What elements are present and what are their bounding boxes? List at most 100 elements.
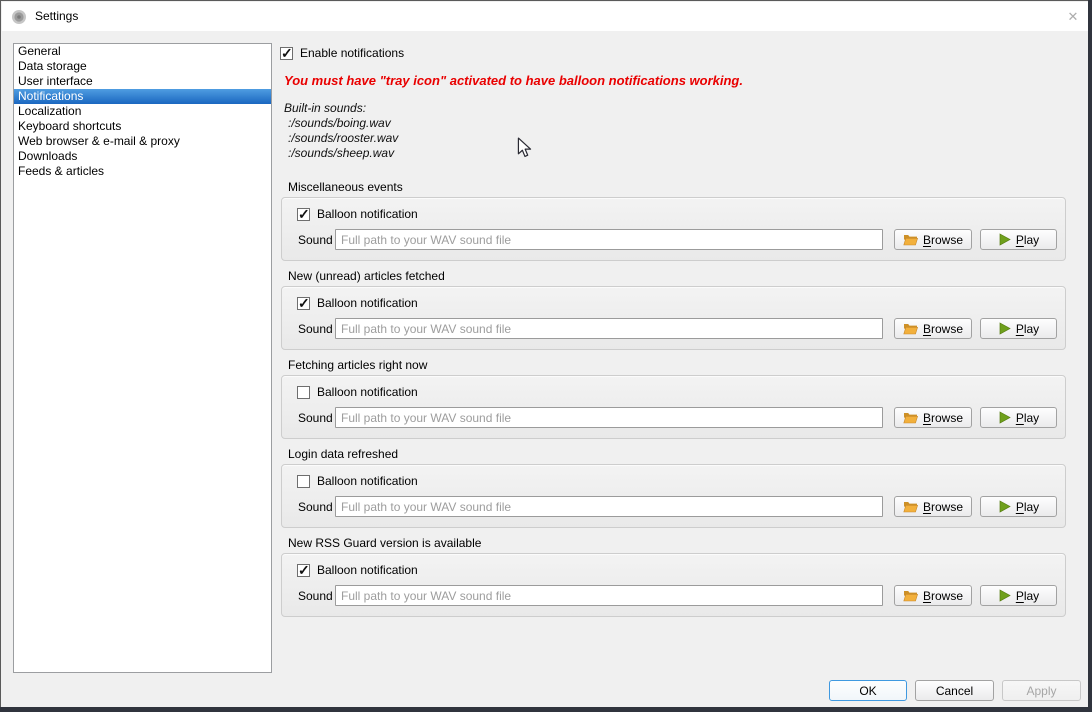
browse-button[interactable]: Browse	[894, 585, 972, 606]
notification-section: New RSS Guard version is available Ballo…	[281, 536, 1067, 618]
browse-label: Browse	[923, 233, 963, 247]
titlebar: Settings ✕	[2, 2, 1088, 31]
sidebar-item-label: Keyboard shortcuts	[18, 119, 121, 133]
balloon-checkbox[interactable]	[297, 386, 310, 399]
sidebar-item-general[interactable]: General	[14, 44, 271, 59]
balloon-notification-row[interactable]: Balloon notification	[297, 296, 418, 310]
balloon-label: Balloon notification	[317, 385, 418, 399]
sound-label: Sound	[298, 322, 333, 336]
folder-icon	[903, 322, 918, 335]
section-title: New RSS Guard version is available	[288, 536, 481, 550]
section-title: New (unread) articles fetched	[288, 269, 445, 283]
apply-button[interactable]: Apply	[1002, 680, 1081, 701]
sidebar-item-label: Localization	[18, 104, 81, 118]
cancel-button[interactable]: Cancel	[915, 680, 994, 701]
sound-path-input[interactable]	[335, 496, 883, 517]
sidebar-item-localization[interactable]: Localization	[14, 104, 271, 119]
notification-section: Miscellaneous events Balloon notificatio…	[281, 180, 1067, 262]
sidebar-item-keyboard-shortcuts[interactable]: Keyboard shortcuts	[14, 119, 271, 134]
settings-dialog: Settings ✕ General Data storage User int…	[0, 0, 1088, 707]
browse-label: Browse	[923, 589, 963, 603]
sound-path-input[interactable]	[335, 318, 883, 339]
browse-button[interactable]: Browse	[894, 407, 972, 428]
balloon-checkbox[interactable]	[297, 297, 310, 310]
sidebar-item-user-interface[interactable]: User interface	[14, 74, 271, 89]
browse-label: Browse	[923, 322, 963, 336]
mouse-cursor-icon	[517, 137, 532, 161]
builtin-sounds-block: Built-in sounds: :/sounds/boing.wav:/sou…	[284, 101, 398, 161]
folder-icon	[903, 411, 918, 424]
sidebar-item-feeds-articles[interactable]: Feeds & articles	[14, 164, 271, 179]
play-icon	[998, 233, 1011, 246]
sidebar-item-web-browser-e-mail-proxy[interactable]: Web browser & e-mail & proxy	[14, 134, 271, 149]
balloon-label: Balloon notification	[317, 207, 418, 221]
folder-icon	[903, 589, 918, 602]
sidebar-item-data-storage[interactable]: Data storage	[14, 59, 271, 74]
sound-label: Sound	[298, 589, 333, 603]
play-icon	[998, 589, 1011, 602]
balloon-checkbox[interactable]	[297, 475, 310, 488]
browse-label: Browse	[923, 500, 963, 514]
screen: { "window": { "title": "Settings", "clos…	[0, 0, 1092, 712]
close-icon[interactable]: ✕	[1064, 8, 1082, 26]
window-title: Settings	[35, 2, 78, 31]
enable-notifications-checkbox[interactable]	[280, 47, 293, 60]
balloon-checkbox[interactable]	[297, 208, 310, 221]
play-button[interactable]: Play	[980, 585, 1057, 606]
play-button[interactable]: Play	[980, 229, 1057, 250]
section-groupbox: Balloon notification Sound Browse	[281, 553, 1066, 617]
play-icon	[998, 322, 1011, 335]
notification-section: New (unread) articles fetched Balloon no…	[281, 269, 1067, 351]
browse-label: Browse	[923, 411, 963, 425]
sidebar-item-label: General	[18, 44, 61, 58]
section-title: Fetching articles right now	[288, 358, 427, 372]
section-title: Miscellaneous events	[288, 180, 403, 194]
builtin-sound-path: :/sounds/boing.wav	[284, 116, 398, 131]
browse-button[interactable]: Browse	[894, 229, 972, 250]
builtin-sounds-heading: Built-in sounds:	[284, 101, 398, 116]
section-title: Login data refreshed	[288, 447, 398, 461]
sidebar-item-label: Data storage	[18, 59, 87, 73]
sound-path-input[interactable]	[335, 407, 883, 428]
play-icon	[998, 500, 1011, 513]
browse-button[interactable]: Browse	[894, 318, 972, 339]
sound-label: Sound	[298, 411, 333, 425]
settings-icon	[11, 9, 27, 25]
balloon-label: Balloon notification	[317, 474, 418, 488]
sound-path-input[interactable]	[335, 585, 883, 606]
balloon-checkbox[interactable]	[297, 564, 310, 577]
sidebar-item-label: Downloads	[18, 149, 77, 163]
play-label: Play	[1016, 411, 1039, 425]
tray-icon-warning: You must have "tray icon" activated to h…	[284, 73, 743, 88]
builtin-sound-path: :/sounds/rooster.wav	[284, 131, 398, 146]
section-groupbox: Balloon notification Sound Browse	[281, 286, 1066, 350]
play-button[interactable]: Play	[980, 496, 1057, 517]
balloon-label: Balloon notification	[317, 296, 418, 310]
play-button[interactable]: Play	[980, 318, 1057, 339]
section-groupbox: Balloon notification Sound Browse	[281, 375, 1066, 439]
folder-icon	[903, 500, 918, 513]
balloon-notification-row[interactable]: Balloon notification	[297, 385, 418, 399]
enable-notifications-row[interactable]: Enable notifications	[280, 46, 404, 60]
ok-button[interactable]: OK	[829, 680, 907, 701]
sound-label: Sound	[298, 233, 333, 247]
notification-section: Login data refreshed Balloon notificatio…	[281, 447, 1067, 529]
balloon-notification-row[interactable]: Balloon notification	[297, 563, 418, 577]
browse-button[interactable]: Browse	[894, 496, 972, 517]
balloon-notification-row[interactable]: Balloon notification	[297, 474, 418, 488]
sound-path-input[interactable]	[335, 229, 883, 250]
notification-sections: Miscellaneous events Balloon notificatio…	[281, 180, 1067, 625]
sidebar-item-downloads[interactable]: Downloads	[14, 149, 271, 164]
balloon-notification-row[interactable]: Balloon notification	[297, 207, 418, 221]
balloon-label: Balloon notification	[317, 563, 418, 577]
play-button[interactable]: Play	[980, 407, 1057, 428]
sidebar-item-notifications[interactable]: Notifications	[14, 89, 271, 104]
settings-category-list: General Data storage User interface Noti…	[13, 43, 272, 673]
builtin-sound-path: :/sounds/sheep.wav	[284, 146, 398, 161]
section-groupbox: Balloon notification Sound Browse	[281, 197, 1066, 261]
play-icon	[998, 411, 1011, 424]
sidebar-item-label: User interface	[18, 74, 93, 88]
sidebar-item-label: Feeds & articles	[18, 164, 104, 178]
section-groupbox: Balloon notification Sound Browse	[281, 464, 1066, 528]
play-label: Play	[1016, 322, 1039, 336]
